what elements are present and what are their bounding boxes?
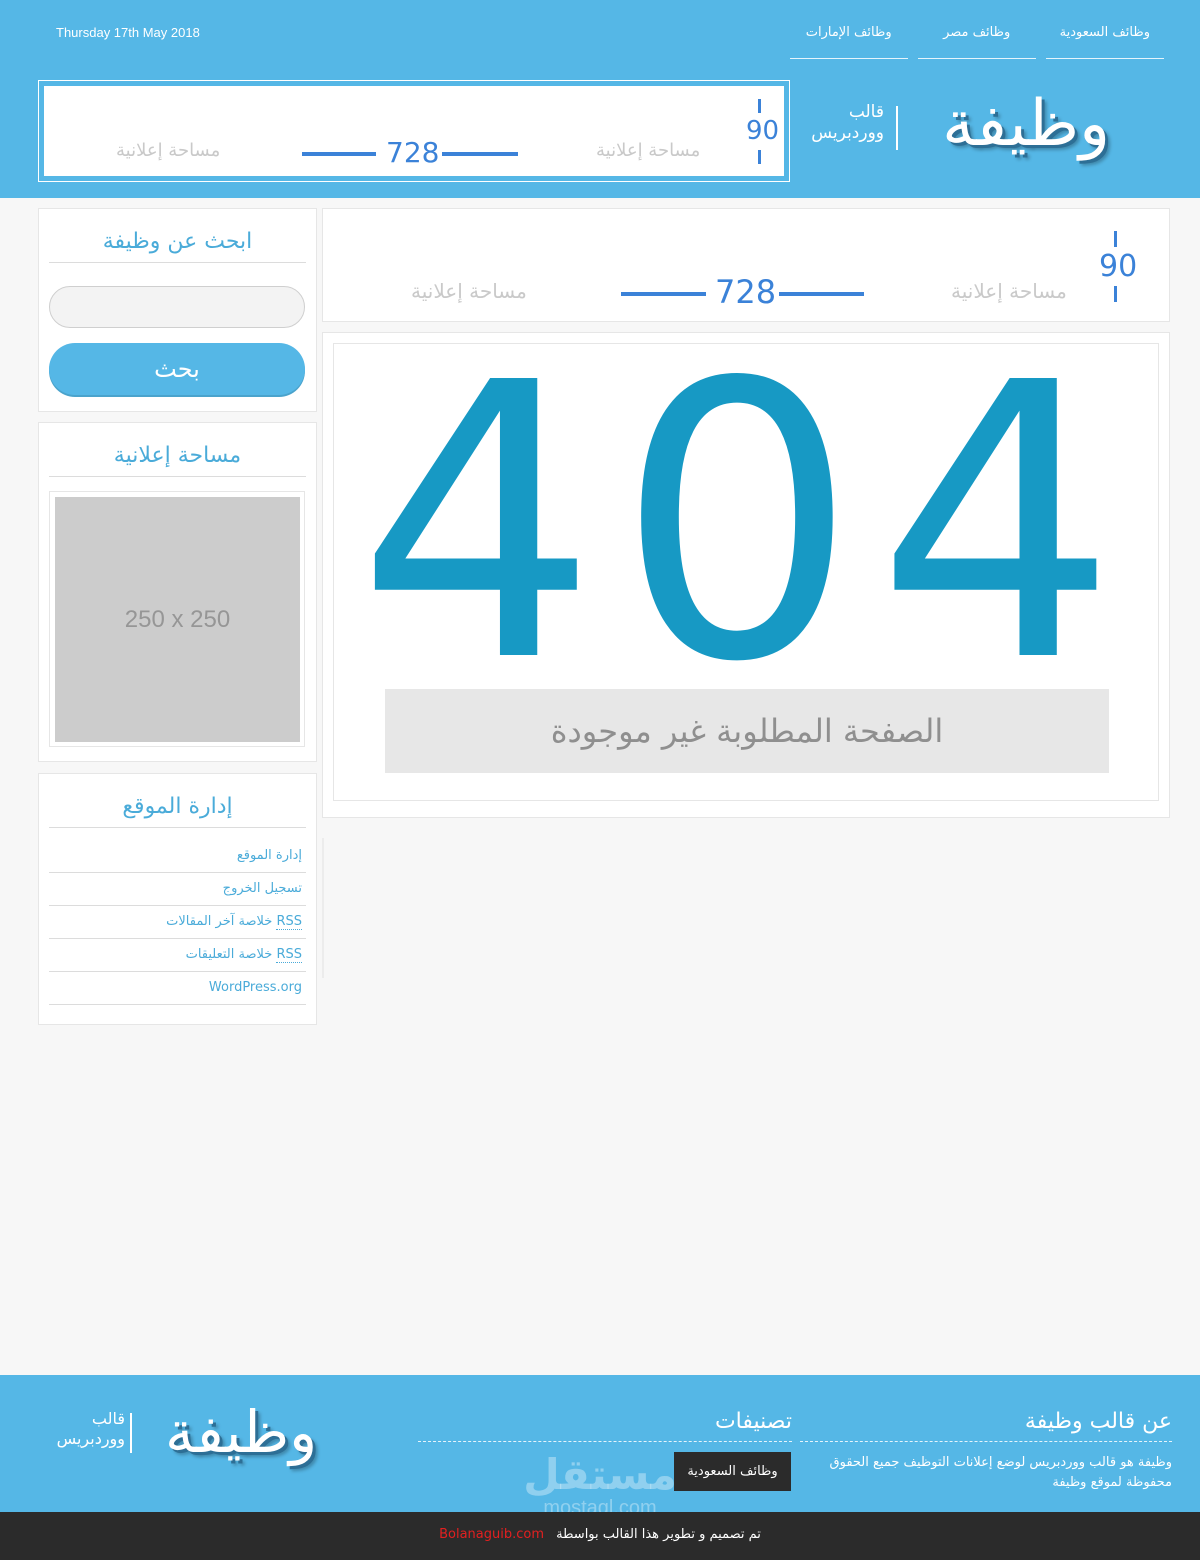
- footer-about-text: وظيفة هو قالب ووردبريس لوضع إعلانات التو…: [829, 1455, 1172, 1490]
- credits-bar: Bolanaguib.com تم تصميم و تطوير هذا القا…: [0, 1512, 1200, 1560]
- meta-link-label: إدارة الموقع: [236, 848, 302, 863]
- ad-label-left: مساحة إعلانية: [411, 279, 527, 303]
- site-footer: عن قالب وظيفة وظيفة هو قالب ووردبريس لوض…: [0, 1375, 1200, 1512]
- header-date: Thursday 17th May 2018: [56, 25, 200, 40]
- meta-widget-title: إدارة الموقع: [49, 794, 306, 828]
- meta-link-label: WordPress.org: [208, 980, 302, 995]
- ad-height-bar-bottom: [758, 150, 761, 164]
- search-widget-title: ابحث عن وظيفة: [49, 229, 306, 263]
- meta-link-label: خلاصة آخر المقالات: [166, 914, 273, 929]
- logo-title: وظيفة: [942, 87, 1110, 161]
- site-logo[interactable]: وظيفة قالب ووردبريس: [790, 84, 1110, 174]
- footer-logo-subtitle: قالب ووردبريس: [30, 1409, 125, 1449]
- footer-about-rule: [800, 1441, 1172, 1442]
- ad-width-label: 728: [386, 136, 440, 169]
- search-input[interactable]: [49, 286, 305, 328]
- search-button[interactable]: بحث: [49, 343, 305, 395]
- ad-width-line-right: [779, 292, 864, 296]
- footer-logo-subtitle-line2: ووردبريس: [56, 1429, 125, 1448]
- footer-categories-rule: [418, 1441, 792, 1442]
- ad-width-line-left: [621, 292, 706, 296]
- category-tag-saudi-jobs[interactable]: وظائف السعودية: [674, 1452, 791, 1491]
- meta-link-label: تسجيل الخروج: [222, 881, 302, 896]
- footer-logo[interactable]: وظيفة: [165, 1397, 317, 1467]
- ad-label-right: مساحة إعلانية: [951, 279, 1067, 303]
- meta-links: إدارة الموقع تسجيل الخروج خلاصة آخر المق…: [49, 840, 306, 1005]
- footer-about-title: عن قالب وظيفة: [1024, 1409, 1172, 1434]
- ad-height-bar-top: [1114, 231, 1117, 247]
- ad-widget-title: مساحة إعلانية: [49, 443, 306, 477]
- ad-width-label: 728: [715, 273, 777, 311]
- logo-subtitle-line2: ووردبريس: [811, 123, 884, 143]
- header-ad-banner[interactable]: 90 728 مساحة إعلانية مساحة إعلانية: [38, 80, 790, 182]
- ad-728x90-placeholder: 90 728 مساحة إعلانية مساحة إعلانية: [44, 86, 784, 176]
- ad-width-line-left: [302, 152, 376, 156]
- ad-250x250-placeholder[interactable]: 250 x 250: [55, 497, 300, 742]
- meta-widget: إدارة الموقع إدارة الموقع تسجيل الخروج خ…: [38, 773, 317, 1025]
- error-image: 404 الصفحة المطلوبة غير موجودة: [333, 343, 1159, 801]
- site-header: Thursday 17th May 2018 وظائف السعودية وظ…: [0, 0, 1200, 198]
- error-panel: 404 الصفحة المطلوبة غير موجودة: [322, 332, 1170, 818]
- ad-widget: مساحة إعلانية 250 x 250: [38, 422, 317, 762]
- content-divider: [322, 838, 324, 978]
- logo-subtitle: قالب ووردبريس: [789, 102, 884, 144]
- error-code: 404: [356, 343, 1136, 745]
- ad-height-bar-bottom: [1114, 286, 1117, 302]
- nav-item-saudi-jobs[interactable]: وظائف السعودية: [1045, 14, 1164, 59]
- footer-logo-divider: [130, 1413, 132, 1453]
- nav-item-uae-jobs[interactable]: وظائف الإمارات: [789, 14, 908, 59]
- logo-subtitle-line1: قالب: [848, 102, 884, 122]
- ad-label-right: مساحة إعلانية: [596, 140, 701, 161]
- meta-link-logout[interactable]: تسجيل الخروج: [49, 873, 306, 906]
- ad-height-label: 90: [746, 116, 780, 146]
- meta-link-site-admin[interactable]: إدارة الموقع: [49, 840, 306, 873]
- credit-text: تم تصميم و تطوير هذا القالب بواسطة: [556, 1527, 761, 1542]
- footer-categories-title: تصنيفات: [714, 1409, 792, 1434]
- top-nav: وظائف السعودية وظائف مصر وظائف الإمارات: [780, 14, 1164, 59]
- meta-link-comments-rss[interactable]: خلاصة التعليقات RSS: [49, 939, 306, 972]
- content-ad-panel: 90 728 مساحة إعلانية مساحة إعلانية: [322, 208, 1170, 322]
- meta-link-wordpress-org[interactable]: WordPress.org: [49, 972, 306, 1005]
- ad-label-left: مساحة إعلانية: [116, 140, 221, 161]
- ad-height-label: 90: [1099, 249, 1138, 284]
- search-widget: ابحث عن وظيفة بحث: [38, 208, 317, 412]
- credit-line: Bolanaguib.com تم تصميم و تطوير هذا القا…: [0, 1527, 1200, 1542]
- footer-logo-subtitle-line1: قالب: [91, 1409, 125, 1428]
- meta-link-entries-rss[interactable]: خلاصة آخر المقالات RSS: [49, 906, 306, 939]
- rss-abbr: RSS: [276, 947, 302, 963]
- meta-link-label: خلاصة التعليقات: [185, 947, 273, 962]
- credit-link[interactable]: Bolanaguib.com: [439, 1527, 544, 1542]
- ad-height-bar-top: [758, 99, 761, 113]
- content-ad-banner[interactable]: 90 728 مساحة إعلانية مساحة إعلانية: [329, 215, 1163, 315]
- error-message: الصفحة المطلوبة غير موجودة: [550, 712, 944, 750]
- ad-250-frame: 250 x 250: [49, 491, 305, 747]
- logo-divider: [896, 106, 898, 150]
- nav-item-egypt-jobs[interactable]: وظائف مصر: [917, 14, 1036, 59]
- rss-abbr: RSS: [276, 914, 302, 930]
- ad-width-line-right: [442, 152, 518, 156]
